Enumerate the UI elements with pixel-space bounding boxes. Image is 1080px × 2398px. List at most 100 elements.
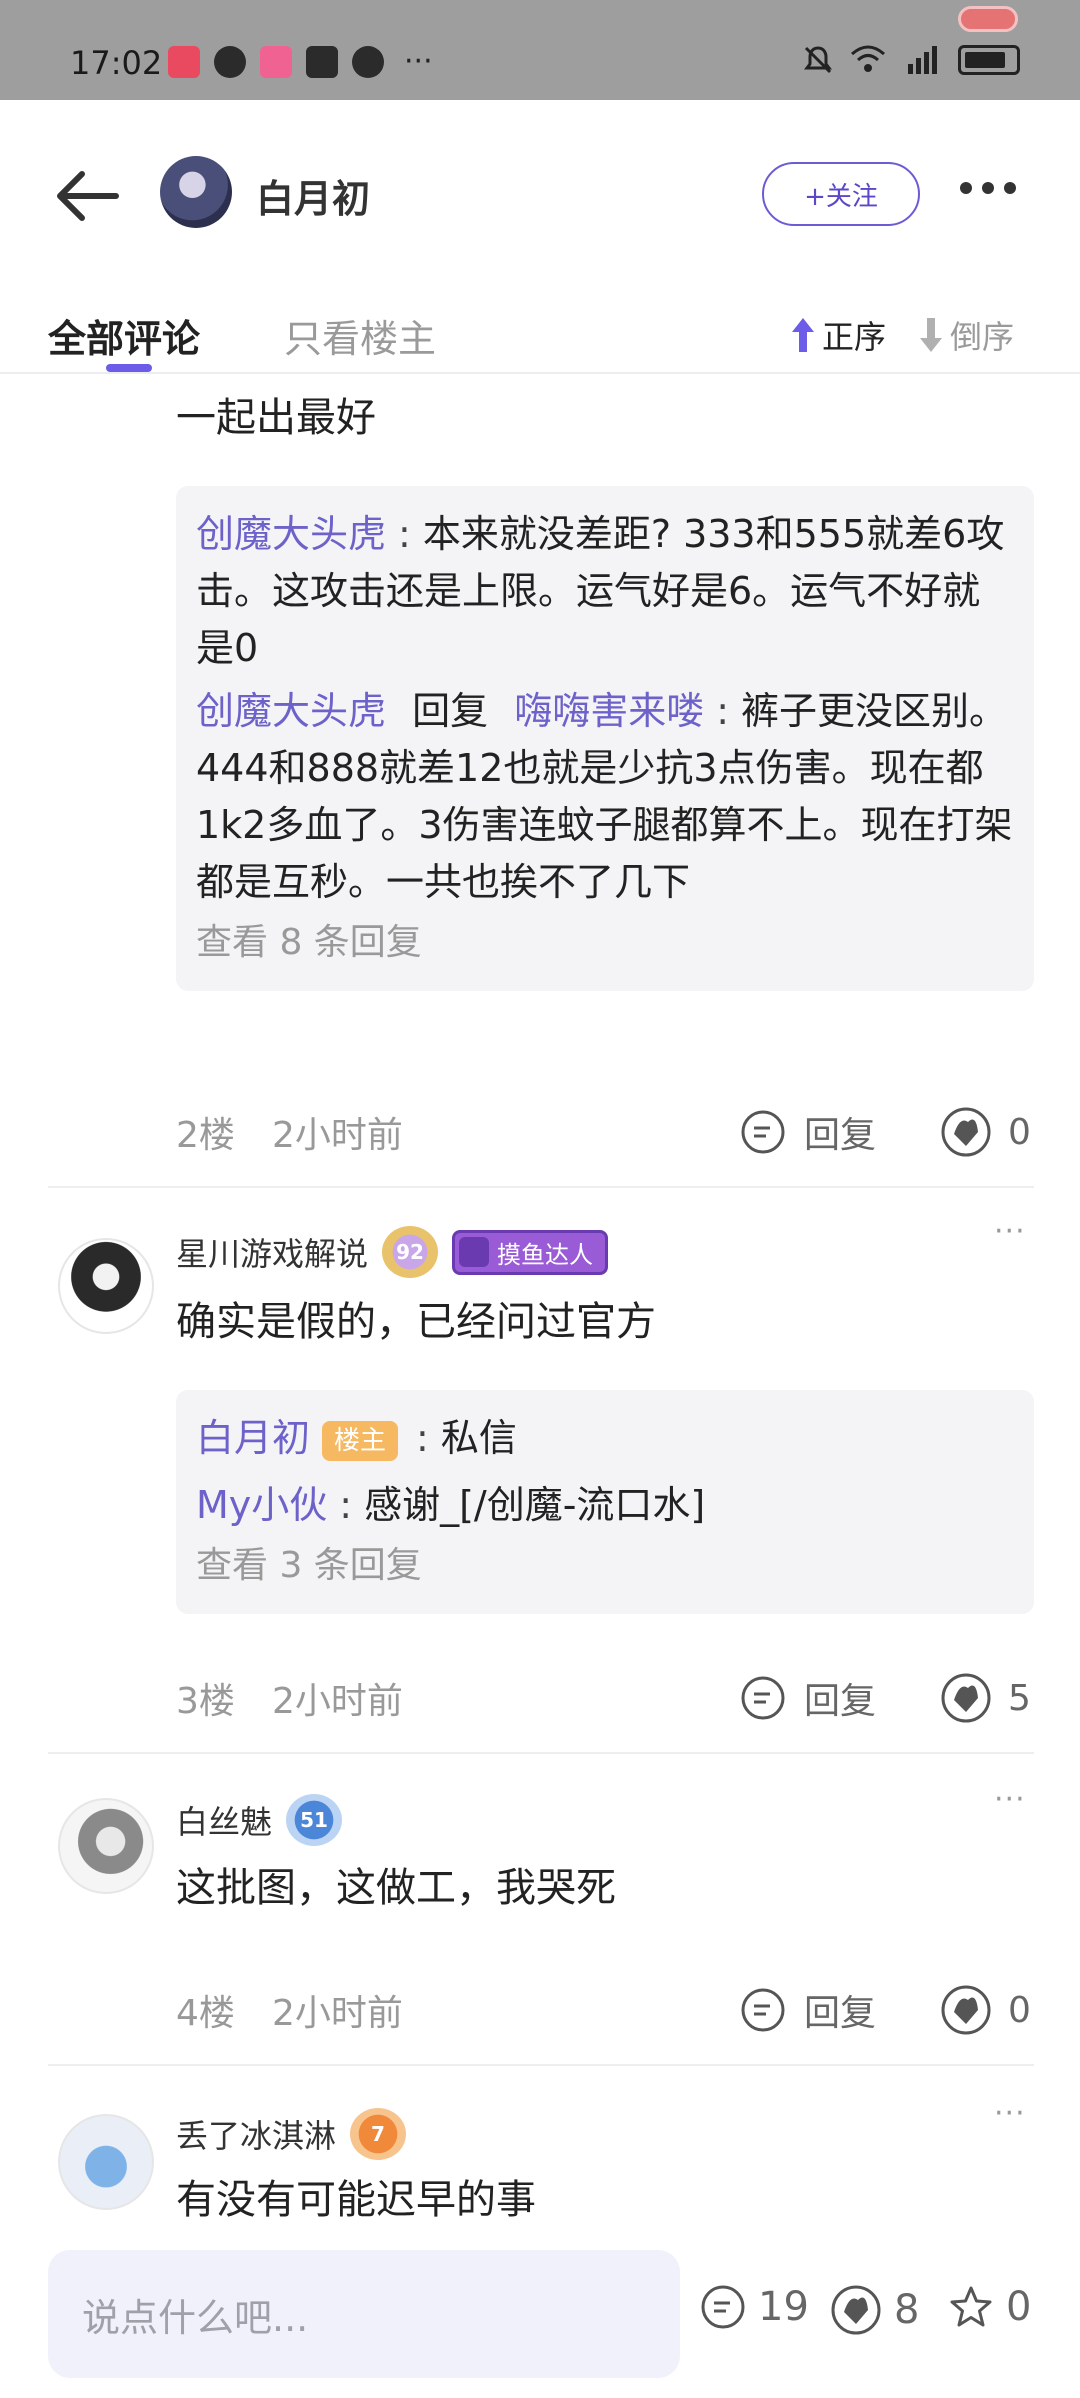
comment-icon	[701, 2285, 745, 2329]
comment-text: 一起出最好	[176, 395, 376, 441]
title-badge-label: 摸鱼达人	[497, 1240, 594, 1269]
reply-username[interactable]: 创魔大头虎	[196, 512, 386, 556]
reply-box[interactable]: 白月初 楼主: 私信 My小伙: 感谢_[/创魔-流口水] 查看 3 条回复	[176, 1390, 1034, 1614]
comments-button[interactable]: 19	[700, 2284, 809, 2330]
comment-text: 这批图，这做工，我哭死	[176, 1865, 616, 1911]
timestamp: 2小时前	[272, 1681, 403, 1722]
signal-icon	[908, 46, 937, 74]
divider	[48, 1186, 1034, 1188]
like-button[interactable]: 0	[940, 1984, 1031, 2036]
user-avatar[interactable]	[58, 2114, 154, 2210]
reply-box[interactable]: 创魔大头虎: 本来就没差距? 333和555就差6攻击。这攻击还是上限。运气好是6…	[176, 486, 1034, 991]
back-arrow-icon[interactable]	[52, 166, 122, 226]
user-avatar[interactable]	[58, 1238, 154, 1334]
more-notifications-icon: ···	[404, 44, 433, 79]
timestamp: 2小时前	[272, 1993, 403, 2034]
owner-badge: 楼主	[322, 1420, 399, 1461]
username[interactable]: 星川游戏解说	[176, 1229, 368, 1275]
info-icon	[306, 46, 338, 78]
comment-text: 有没有可能迟早的事	[176, 2177, 536, 2223]
reply-item: 创魔大头虎: 本来就没差距? 333和555就差6攻击。这攻击还是上限。运气好是6…	[196, 512, 1005, 670]
sort-ascending-label: 正序	[822, 318, 887, 356]
star-icon	[950, 2286, 992, 2327]
username[interactable]: 丢了冰淇淋	[176, 2111, 336, 2157]
notification-icons: ···	[168, 46, 433, 78]
system-icons	[802, 44, 1020, 76]
reply-target-username[interactable]: 嗨嗨害来喽	[514, 689, 704, 733]
favorite-count: 0	[1006, 2284, 1032, 2330]
floor-number: 3楼	[176, 1681, 235, 1722]
username[interactable]: 白丝魅	[176, 1797, 272, 1843]
view-more-replies[interactable]: 查看 8 条回复	[196, 915, 1014, 971]
reply-label: 回复	[804, 1681, 877, 1722]
battery-icon	[958, 45, 1020, 75]
tab-owner-only[interactable]: 只看楼主	[284, 308, 436, 363]
reply-button[interactable]: 回复	[740, 1672, 876, 1724]
reply-username[interactable]: 创魔大头虎	[196, 689, 386, 733]
reply-username[interactable]: My小伙	[196, 1483, 327, 1527]
like-count: 5	[1008, 1677, 1031, 1719]
reply-username[interactable]: 白月初	[196, 1416, 310, 1460]
comment-meta: 2楼 2小时前 回复 0	[176, 1100, 1034, 1160]
comment-icon	[741, 1988, 785, 2032]
qq-icon	[214, 46, 246, 78]
reply-item: 创魔大头虎 回复 嗨嗨害来喽: 裤子更没区别。444和888就差12也就是少抗3点…	[196, 689, 1013, 904]
view-more-replies[interactable]: 查看 3 条回复	[196, 1538, 1014, 1594]
reply-button[interactable]: 回复	[740, 1984, 876, 2036]
author-avatar[interactable]	[160, 156, 232, 228]
like-button[interactable]: 0	[940, 1106, 1031, 1158]
active-tab-indicator	[106, 364, 152, 372]
comment-tabs: 全部评论 只看楼主 正序 倒序	[0, 290, 1080, 374]
comment-more-icon[interactable]: ···	[994, 2096, 1026, 2131]
comment-input[interactable]: 说点什么吧...	[48, 2250, 680, 2378]
user-avatar[interactable]	[58, 1798, 154, 1894]
reply-label: 回复	[804, 1993, 877, 2034]
title-badge: 摸鱼达人	[452, 1229, 609, 1275]
like-icon	[941, 1107, 991, 1157]
like-count: 0	[1008, 1111, 1031, 1153]
arrow-up-icon	[792, 318, 814, 352]
comment-meta: 4楼 2小时前 回复 0	[176, 1978, 1034, 2038]
comment-user: 星川游戏解说 92 摸鱼达人	[176, 1226, 609, 1278]
reply-text: 感谢_[/创魔-流口水]	[364, 1483, 706, 1527]
favorite-button[interactable]: 0	[948, 2284, 1031, 2330]
like-button[interactable]: 5	[940, 1672, 1031, 1724]
floating-pill-icon	[958, 6, 1018, 32]
floor-number: 4楼	[176, 1993, 235, 2034]
reply-button[interactable]: 回复	[740, 1106, 876, 1158]
wifi-icon	[851, 45, 885, 72]
author-name[interactable]: 白月初	[256, 168, 370, 223]
status-bar: 17:02 ···	[0, 0, 1080, 100]
divider	[48, 1752, 1034, 1754]
comment-icon	[741, 1110, 785, 1154]
more-options-icon[interactable]	[960, 182, 1016, 194]
header: 白月初 +关注	[0, 100, 1080, 290]
sort-descending-label: 倒序	[950, 318, 1015, 356]
post-like-count: 8	[894, 2287, 920, 2333]
level-badge: 51	[286, 1794, 343, 1846]
reply-label: 回复	[804, 1115, 877, 1156]
comment-text: 确实是假的，已经问过官方	[176, 1299, 656, 1345]
reply-item: 白月初 楼主: 私信	[196, 1416, 517, 1461]
timestamp: 2小时前	[272, 1115, 403, 1156]
like-icon	[831, 2285, 881, 2335]
chat-icon	[352, 46, 384, 78]
flower-icon	[459, 1237, 490, 1267]
comment-count: 19	[758, 2284, 809, 2330]
level-badge: 92	[382, 1226, 439, 1278]
status-time: 17:02	[70, 44, 163, 82]
sort-descending[interactable]: 倒序	[918, 312, 1014, 358]
comment-more-icon[interactable]: ···	[994, 1214, 1026, 1249]
bottom-bar: 说点什么吧... 19 8 0	[0, 2244, 1080, 2398]
arrow-down-icon	[920, 318, 942, 352]
reply-item: My小伙: 感谢_[/创魔-流口水]	[196, 1483, 706, 1527]
follow-button[interactable]: +关注	[762, 162, 920, 226]
level-badge: 7	[350, 2108, 407, 2160]
sort-ascending[interactable]: 正序	[790, 312, 886, 358]
tab-all-comments[interactable]: 全部评论	[48, 308, 200, 363]
comment-more-icon[interactable]: ···	[994, 1782, 1026, 1817]
comment-user: 丢了冰淇淋 7	[176, 2108, 407, 2160]
mute-icon	[804, 46, 832, 74]
divider	[48, 2064, 1034, 2066]
post-like-button[interactable]: 8	[830, 2284, 919, 2336]
